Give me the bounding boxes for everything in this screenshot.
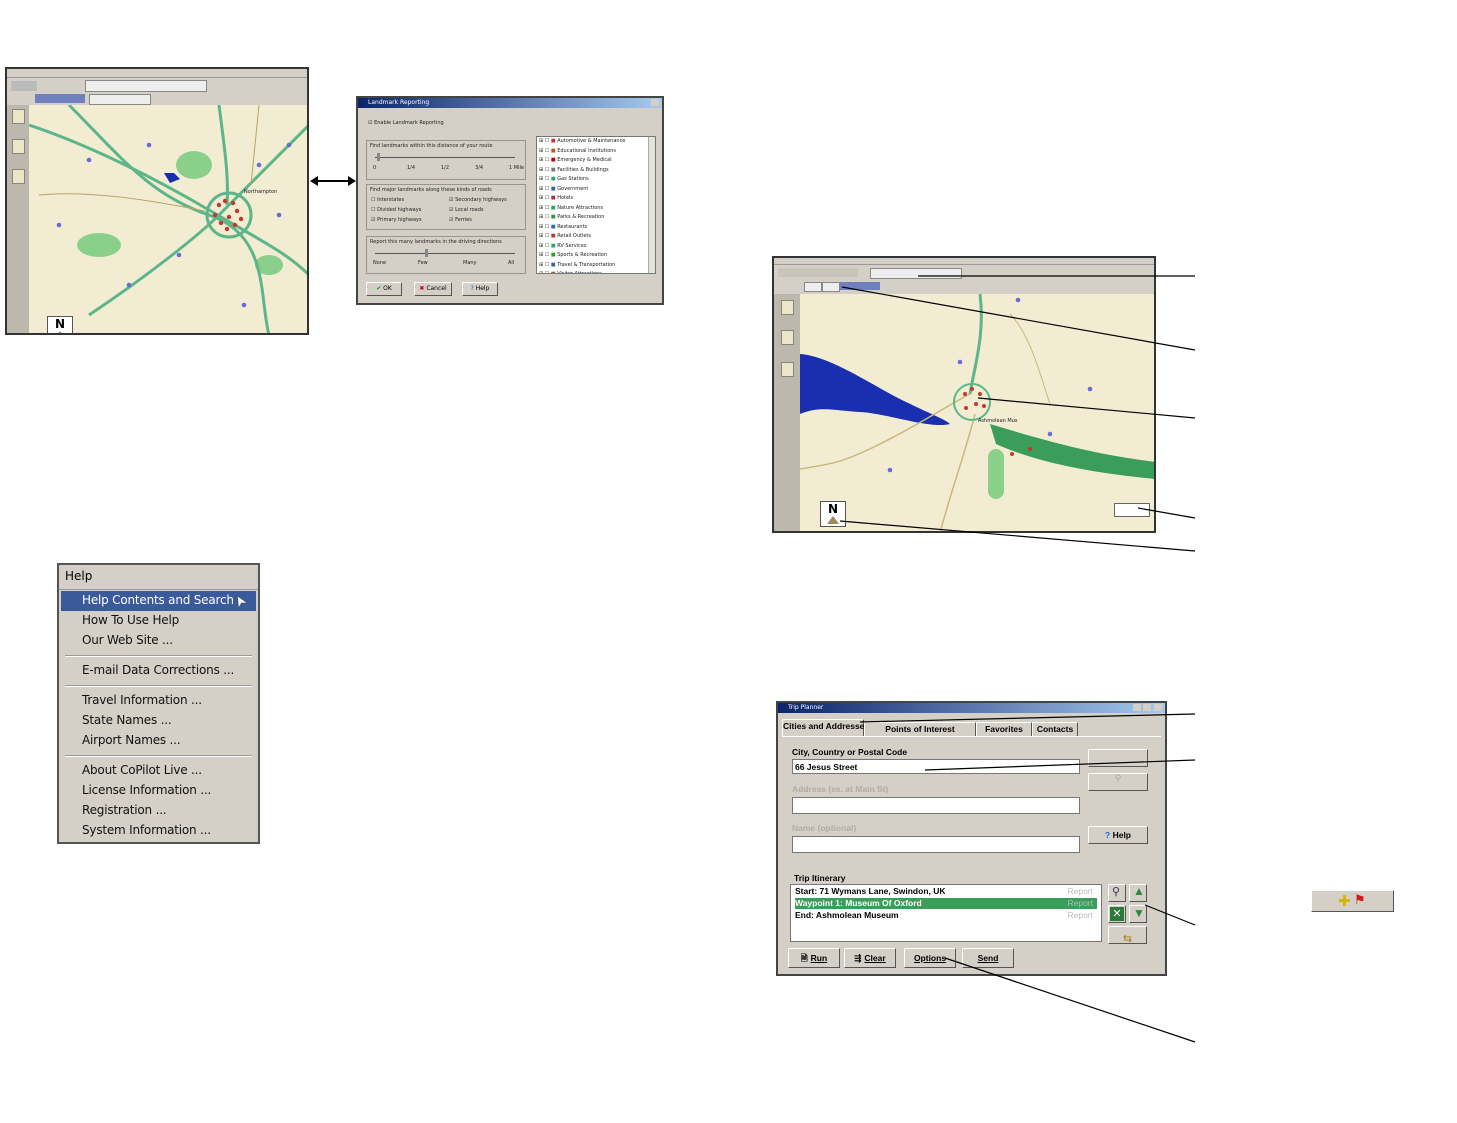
callout-lines (839, 275, 1196, 1043)
